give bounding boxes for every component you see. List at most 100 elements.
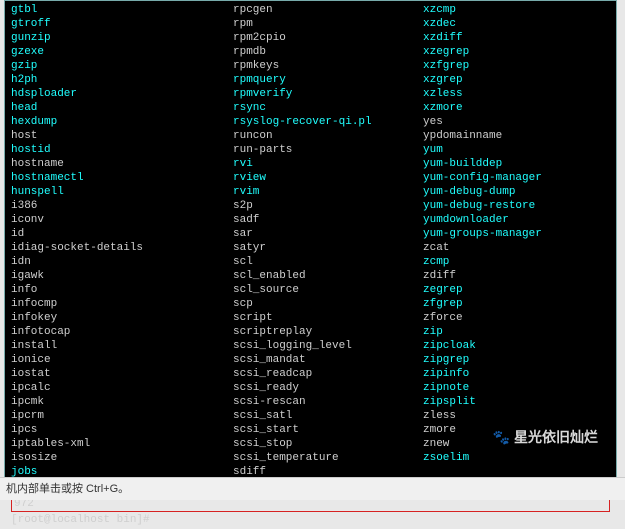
ls-entry: yum: [423, 143, 583, 157]
ls-entry: iptables-xml: [11, 437, 233, 451]
ls-entry: hostid: [11, 143, 233, 157]
ls-entry: scsi_readcap: [233, 367, 423, 381]
ls-entry: run-parts: [233, 143, 423, 157]
ls-entry: head: [11, 101, 233, 115]
ls-entry: zsoelim: [423, 451, 583, 465]
ls-entry: i386: [11, 199, 233, 213]
ls-entry: gzip: [11, 59, 233, 73]
ls-entry: xzmore: [423, 101, 583, 115]
status-bar: 机内部单击或按 Ctrl+G。: [0, 477, 625, 500]
ls-entry: rvim: [233, 185, 423, 199]
ls-entry: scsi_logging_level: [233, 339, 423, 353]
ls-entry: gtroff: [11, 17, 233, 31]
ls-entry: install: [11, 339, 233, 353]
ls-entry: gunzip: [11, 31, 233, 45]
ls-entry: zipsplit: [423, 395, 583, 409]
ls-entry: zcat: [423, 241, 583, 255]
ls-entry: scriptreplay: [233, 325, 423, 339]
ls-entry: infocmp: [11, 297, 233, 311]
ls-entry: rsync: [233, 101, 423, 115]
ls-entry: rview: [233, 171, 423, 185]
ls-entry: host: [11, 129, 233, 143]
ls-entry: zless: [423, 409, 583, 423]
ls-entry: zip: [423, 325, 583, 339]
ls-entry: scsi_mandat: [233, 353, 423, 367]
ls-entry: zipgrep: [423, 353, 583, 367]
ls-entry: zfgrep: [423, 297, 583, 311]
ls-entry: id: [11, 227, 233, 241]
paw-icon: 🐾: [493, 429, 510, 446]
ls-entry: rpmverify: [233, 87, 423, 101]
ls-entry: idiag-socket-details: [11, 241, 233, 255]
ls-entry: yes: [423, 115, 583, 129]
ls-entry: hexdump: [11, 115, 233, 129]
ls-entry: xzless: [423, 87, 583, 101]
ls-entry: sadf: [233, 213, 423, 227]
ls-entry: zcmp: [423, 255, 583, 269]
ls-entry: yumdownloader: [423, 213, 583, 227]
ls-entry: idn: [11, 255, 233, 269]
ls-entry: zegrep: [423, 283, 583, 297]
ls-entry: xzegrep: [423, 45, 583, 59]
ls-entry: s2p: [233, 199, 423, 213]
ls-entry: info: [11, 283, 233, 297]
ls-entry: hdsploader: [11, 87, 233, 101]
ls-entry: ipcs: [11, 423, 233, 437]
ls-entry: yum-config-manager: [423, 171, 583, 185]
ls-entry: scsi_stop: [233, 437, 423, 451]
ls-entry: script: [233, 311, 423, 325]
listing-col-3: xzcmpxzdecxzdiffxzegrepxzfgrepxzgrepxzle…: [423, 3, 583, 465]
ls-entry: xzdec: [423, 17, 583, 31]
prompt-line-2: [root@localhost bin]#: [11, 513, 610, 527]
ls-entry: ypdomainname: [423, 129, 583, 143]
ls-entry: ipcrm: [11, 409, 233, 423]
listing-col-2: rpcgenrpmrpm2cpiorpmdbrpmkeysrpmqueryrpm…: [233, 3, 423, 479]
watermark: 🐾星光依旧灿烂: [493, 427, 598, 447]
ls-entry: xzdiff: [423, 31, 583, 45]
ls-entry: xzfgrep: [423, 59, 583, 73]
ls-entry: ipcmk: [11, 395, 233, 409]
ls-entry: yum-debug-dump: [423, 185, 583, 199]
ls-entry: scsi_satl: [233, 409, 423, 423]
ls-entry: hunspell: [11, 185, 233, 199]
ls-entry: zipcloak: [423, 339, 583, 353]
ls-entry: ipcalc: [11, 381, 233, 395]
terminal-window[interactable]: gtblgtroffgunzipgzexegziph2phhdsploaderh…: [4, 0, 617, 478]
ls-entry: yum-debug-restore: [423, 199, 583, 213]
ls-entry: gtbl: [11, 3, 233, 17]
ls-entry: rpmquery: [233, 73, 423, 87]
ls-entry: infotocap: [11, 325, 233, 339]
ls-entry: rpm: [233, 17, 423, 31]
ls-entry: rpmdb: [233, 45, 423, 59]
ls-entry: runcon: [233, 129, 423, 143]
ls-entry: satyr: [233, 241, 423, 255]
ls-entry: xzgrep: [423, 73, 583, 87]
ls-entry: zdiff: [423, 269, 583, 283]
ls-entry: scl: [233, 255, 423, 269]
ls-entry: xzcmp: [423, 3, 583, 17]
terminal-content: gtblgtroffgunzipgzexegziph2phhdsploaderh…: [5, 1, 616, 529]
ls-entry: iconv: [11, 213, 233, 227]
ls-entry: sar: [233, 227, 423, 241]
ls-entry: scp: [233, 297, 423, 311]
ls-entry: rpmkeys: [233, 59, 423, 73]
ls-entry: yum-groups-manager: [423, 227, 583, 241]
ls-entry: gzexe: [11, 45, 233, 59]
ls-entry: scl_enabled: [233, 269, 423, 283]
ls-entry: h2ph: [11, 73, 233, 87]
ls-entry: isosize: [11, 451, 233, 465]
ls-entry: zipnote: [423, 381, 583, 395]
ls-entry: rsyslog-recover-qi.pl: [233, 115, 423, 129]
ls-entry: zforce: [423, 311, 583, 325]
listing-col-1: gtblgtroffgunzipgzexegziph2phhdsploaderh…: [11, 3, 233, 479]
ls-entry: scsi-rescan: [233, 395, 423, 409]
ls-entry: hostnamectl: [11, 171, 233, 185]
ls-entry: infokey: [11, 311, 233, 325]
ls-entry: scl_source: [233, 283, 423, 297]
ls-entry: scsi_start: [233, 423, 423, 437]
ls-entry: igawk: [11, 269, 233, 283]
ls-entry: scsi_ready: [233, 381, 423, 395]
ls-entry: iostat: [11, 367, 233, 381]
ls-entry: ionice: [11, 353, 233, 367]
ls-entry: rpm2cpio: [233, 31, 423, 45]
